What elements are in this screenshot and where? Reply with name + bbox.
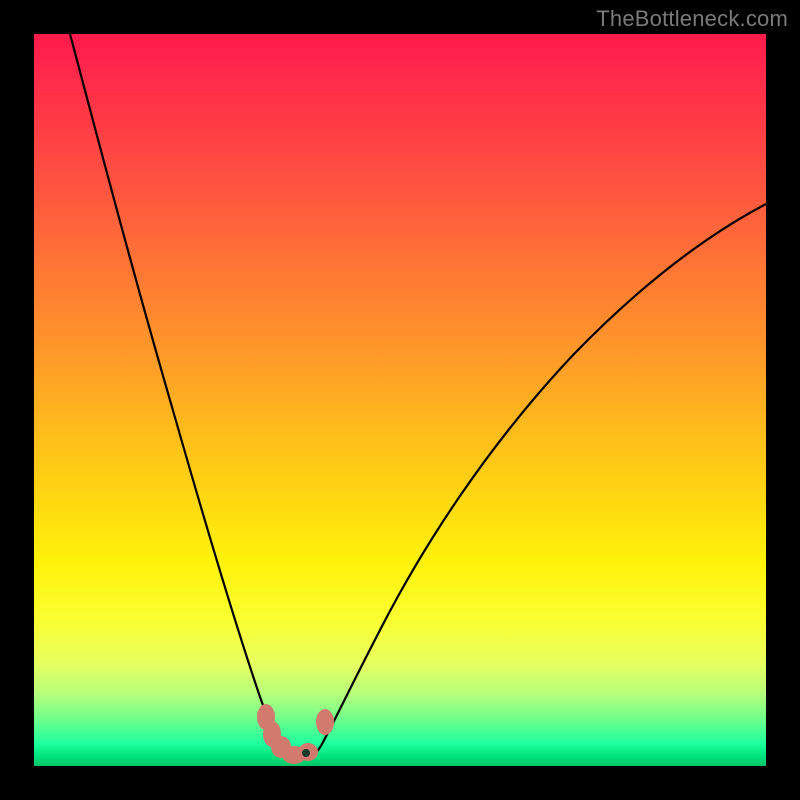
curve-right-branch bbox=[322, 204, 766, 744]
watermark-text: TheBottleneck.com bbox=[596, 6, 788, 32]
curve-left-branch bbox=[70, 34, 286, 752]
bottleneck-curve bbox=[34, 34, 766, 766]
curve-minimum-dot bbox=[302, 749, 310, 757]
plot-area bbox=[34, 34, 766, 766]
chart-frame: TheBottleneck.com bbox=[0, 0, 800, 800]
highlight-blobs bbox=[257, 704, 334, 764]
blob-right-upper bbox=[316, 709, 334, 735]
